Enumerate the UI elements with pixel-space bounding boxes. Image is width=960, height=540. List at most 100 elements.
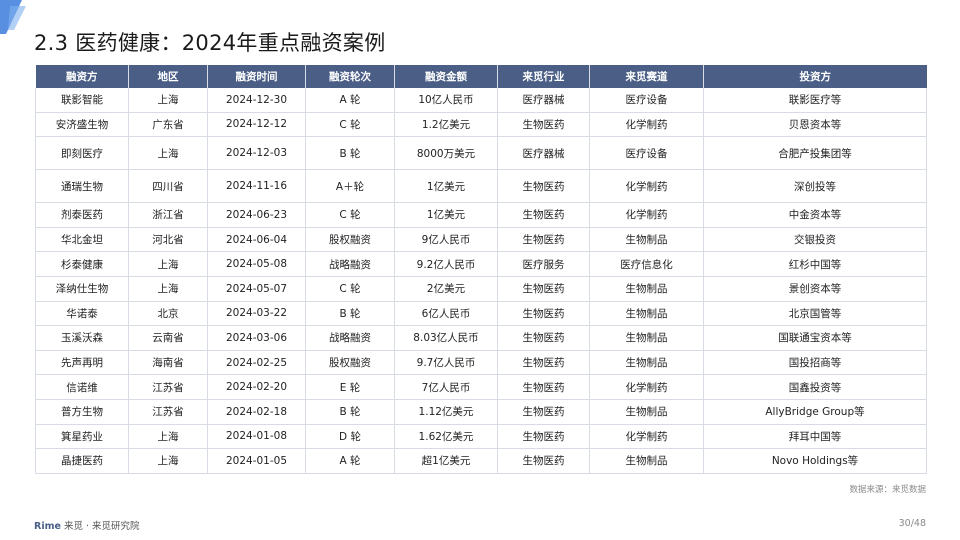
cell-track: 生物制品 <box>589 325 704 351</box>
cell-investors: 景创资本等 <box>703 276 927 302</box>
cell-amount: 1亿美元 <box>394 202 498 228</box>
cell-region: 上海 <box>128 424 208 450</box>
cell-round: A 轮 <box>305 448 395 474</box>
cell-date: 2024-03-22 <box>207 301 306 327</box>
cell-round: C 轮 <box>305 112 395 138</box>
cell-amount: 7亿人民币 <box>394 374 498 400</box>
cell-financier: 箕星药业 <box>35 424 129 450</box>
cell-round: C 轮 <box>305 202 395 228</box>
table-row: 通瑞生物 四川省 2024-11-16 A＋轮 1亿美元 生物医药 化学制药 深… <box>35 169 927 204</box>
cell-investors: 中金资本等 <box>703 202 927 228</box>
cell-round: 战略融资 <box>305 325 395 351</box>
table-row: 联影智能 上海 2024-12-30 A 轮 10亿人民币 医疗器械 医疗设备 … <box>35 88 927 113</box>
cell-round: 股权融资 <box>305 350 395 376</box>
cell-industry: 生物医药 <box>497 325 590 351</box>
cell-region: 上海 <box>128 136 208 171</box>
header-date: 融资时间 <box>207 65 306 88</box>
data-source-note: 数据来源：来觅数据 <box>849 485 926 495</box>
cell-amount: 1亿美元 <box>394 169 498 204</box>
cell-industry: 医疗器械 <box>497 136 590 171</box>
cell-region: 江苏省 <box>128 399 208 425</box>
table-row: 先声再明 海南省 2024-02-25 股权融资 9.7亿人民币 生物医药 生物… <box>35 350 927 376</box>
table-row: 箕星药业 上海 2024-01-08 D 轮 1.62亿美元 生物医药 化学制药… <box>35 424 927 450</box>
cell-investors: 国鑫投资等 <box>703 374 927 400</box>
cell-financier: 玉溪沃森 <box>35 325 129 351</box>
page-title: 2.3 医药健康：2024年重点融资案例 <box>34 31 386 55</box>
cell-round: A＋轮 <box>305 169 395 204</box>
cell-track: 生物制品 <box>589 448 704 474</box>
table-row: 普方生物 江苏省 2024-02-18 B 轮 1.12亿美元 生物医药 生物制… <box>35 399 927 425</box>
financing-cases-table: 融资方 地区 融资时间 融资轮次 融资金额 来觅行业 来觅赛道 投资方 联影智能… <box>35 65 927 474</box>
cell-investors: 联影医疗等 <box>703 88 927 113</box>
cell-region: 河北省 <box>128 227 208 253</box>
cell-track: 生物制品 <box>589 399 704 425</box>
cell-industry: 生物医药 <box>497 227 590 253</box>
cell-financier: 先声再明 <box>35 350 129 376</box>
cell-date: 2024-12-30 <box>207 88 306 113</box>
cell-financier: 信诺维 <box>35 374 129 400</box>
cell-round: A 轮 <box>305 88 395 113</box>
cell-investors: Novo Holdings等 <box>703 448 927 474</box>
cell-track: 生物制品 <box>589 276 704 302</box>
cell-date: 2024-05-08 <box>207 251 306 277</box>
cell-industry: 生物医药 <box>497 169 590 204</box>
cell-track: 医疗信息化 <box>589 251 704 277</box>
cell-region: 四川省 <box>128 169 208 204</box>
cell-track: 生物制品 <box>589 301 704 327</box>
cell-amount: 超1亿美元 <box>394 448 498 474</box>
header-investors: 投资方 <box>703 65 927 88</box>
cell-region: 北京 <box>128 301 208 327</box>
cell-region: 浙江省 <box>128 202 208 228</box>
table-row: 杉泰健康 上海 2024-05-08 战略融资 9.2亿人民币 医疗服务 医疗信… <box>35 251 927 277</box>
cell-financier: 华诺泰 <box>35 301 129 327</box>
cell-round: 股权融资 <box>305 227 395 253</box>
header-financier: 融资方 <box>35 65 129 88</box>
cell-industry: 生物医药 <box>497 350 590 376</box>
cell-industry: 生物医药 <box>497 276 590 302</box>
cell-track: 化学制药 <box>589 424 704 450</box>
brand-logo-text: Rime <box>34 521 61 532</box>
cell-financier: 通瑞生物 <box>35 169 129 204</box>
cell-amount: 1.2亿美元 <box>394 112 498 138</box>
cell-round: B 轮 <box>305 136 395 171</box>
cell-industry: 生物医药 <box>497 399 590 425</box>
cell-date: 2024-02-25 <box>207 350 306 376</box>
cell-amount: 1.12亿美元 <box>394 399 498 425</box>
cell-region: 江苏省 <box>128 374 208 400</box>
cell-track: 化学制药 <box>589 169 704 204</box>
cell-industry: 生物医药 <box>497 112 590 138</box>
institute-text: · 来觅研究院 <box>86 521 140 532</box>
cell-industry: 医疗服务 <box>497 251 590 277</box>
cell-date: 2024-01-08 <box>207 424 306 450</box>
cell-amount: 8.03亿人民币 <box>394 325 498 351</box>
cell-industry: 生物医药 <box>497 374 590 400</box>
cell-region: 上海 <box>128 448 208 474</box>
cell-track: 生物制品 <box>589 227 704 253</box>
header-region: 地区 <box>128 65 208 88</box>
cell-financier: 安济盛生物 <box>35 112 129 138</box>
cell-date: 2024-06-04 <box>207 227 306 253</box>
cell-track: 化学制药 <box>589 202 704 228</box>
cell-amount: 2亿美元 <box>394 276 498 302</box>
cell-track: 化学制药 <box>589 374 704 400</box>
cell-investors: AllyBridge Group等 <box>703 399 927 425</box>
cell-round: C 轮 <box>305 276 395 302</box>
cell-investors: 红杉中国等 <box>703 251 927 277</box>
cell-round: B 轮 <box>305 399 395 425</box>
cell-investors: 国投招商等 <box>703 350 927 376</box>
cell-amount: 6亿人民币 <box>394 301 498 327</box>
cell-financier: 泽纳仕生物 <box>35 276 129 302</box>
page-number: 30/48 <box>898 518 926 529</box>
cell-round: B 轮 <box>305 301 395 327</box>
cell-date: 2024-12-03 <box>207 136 306 171</box>
cell-financier: 华北金坦 <box>35 227 129 253</box>
cell-round: D 轮 <box>305 424 395 450</box>
cell-date: 2024-05-07 <box>207 276 306 302</box>
cell-industry: 生物医药 <box>497 424 590 450</box>
cell-amount: 10亿人民币 <box>394 88 498 113</box>
table-row: 信诺维 江苏省 2024-02-20 E 轮 7亿人民币 生物医药 化学制药 国… <box>35 374 927 400</box>
cell-amount: 9亿人民币 <box>394 227 498 253</box>
table-row: 安济盛生物 广东省 2024-12-12 C 轮 1.2亿美元 生物医药 化学制… <box>35 112 927 138</box>
cell-investors: 拜耳中国等 <box>703 424 927 450</box>
footer-brand: Rime 来觅 · 来觅研究院 <box>34 518 140 532</box>
